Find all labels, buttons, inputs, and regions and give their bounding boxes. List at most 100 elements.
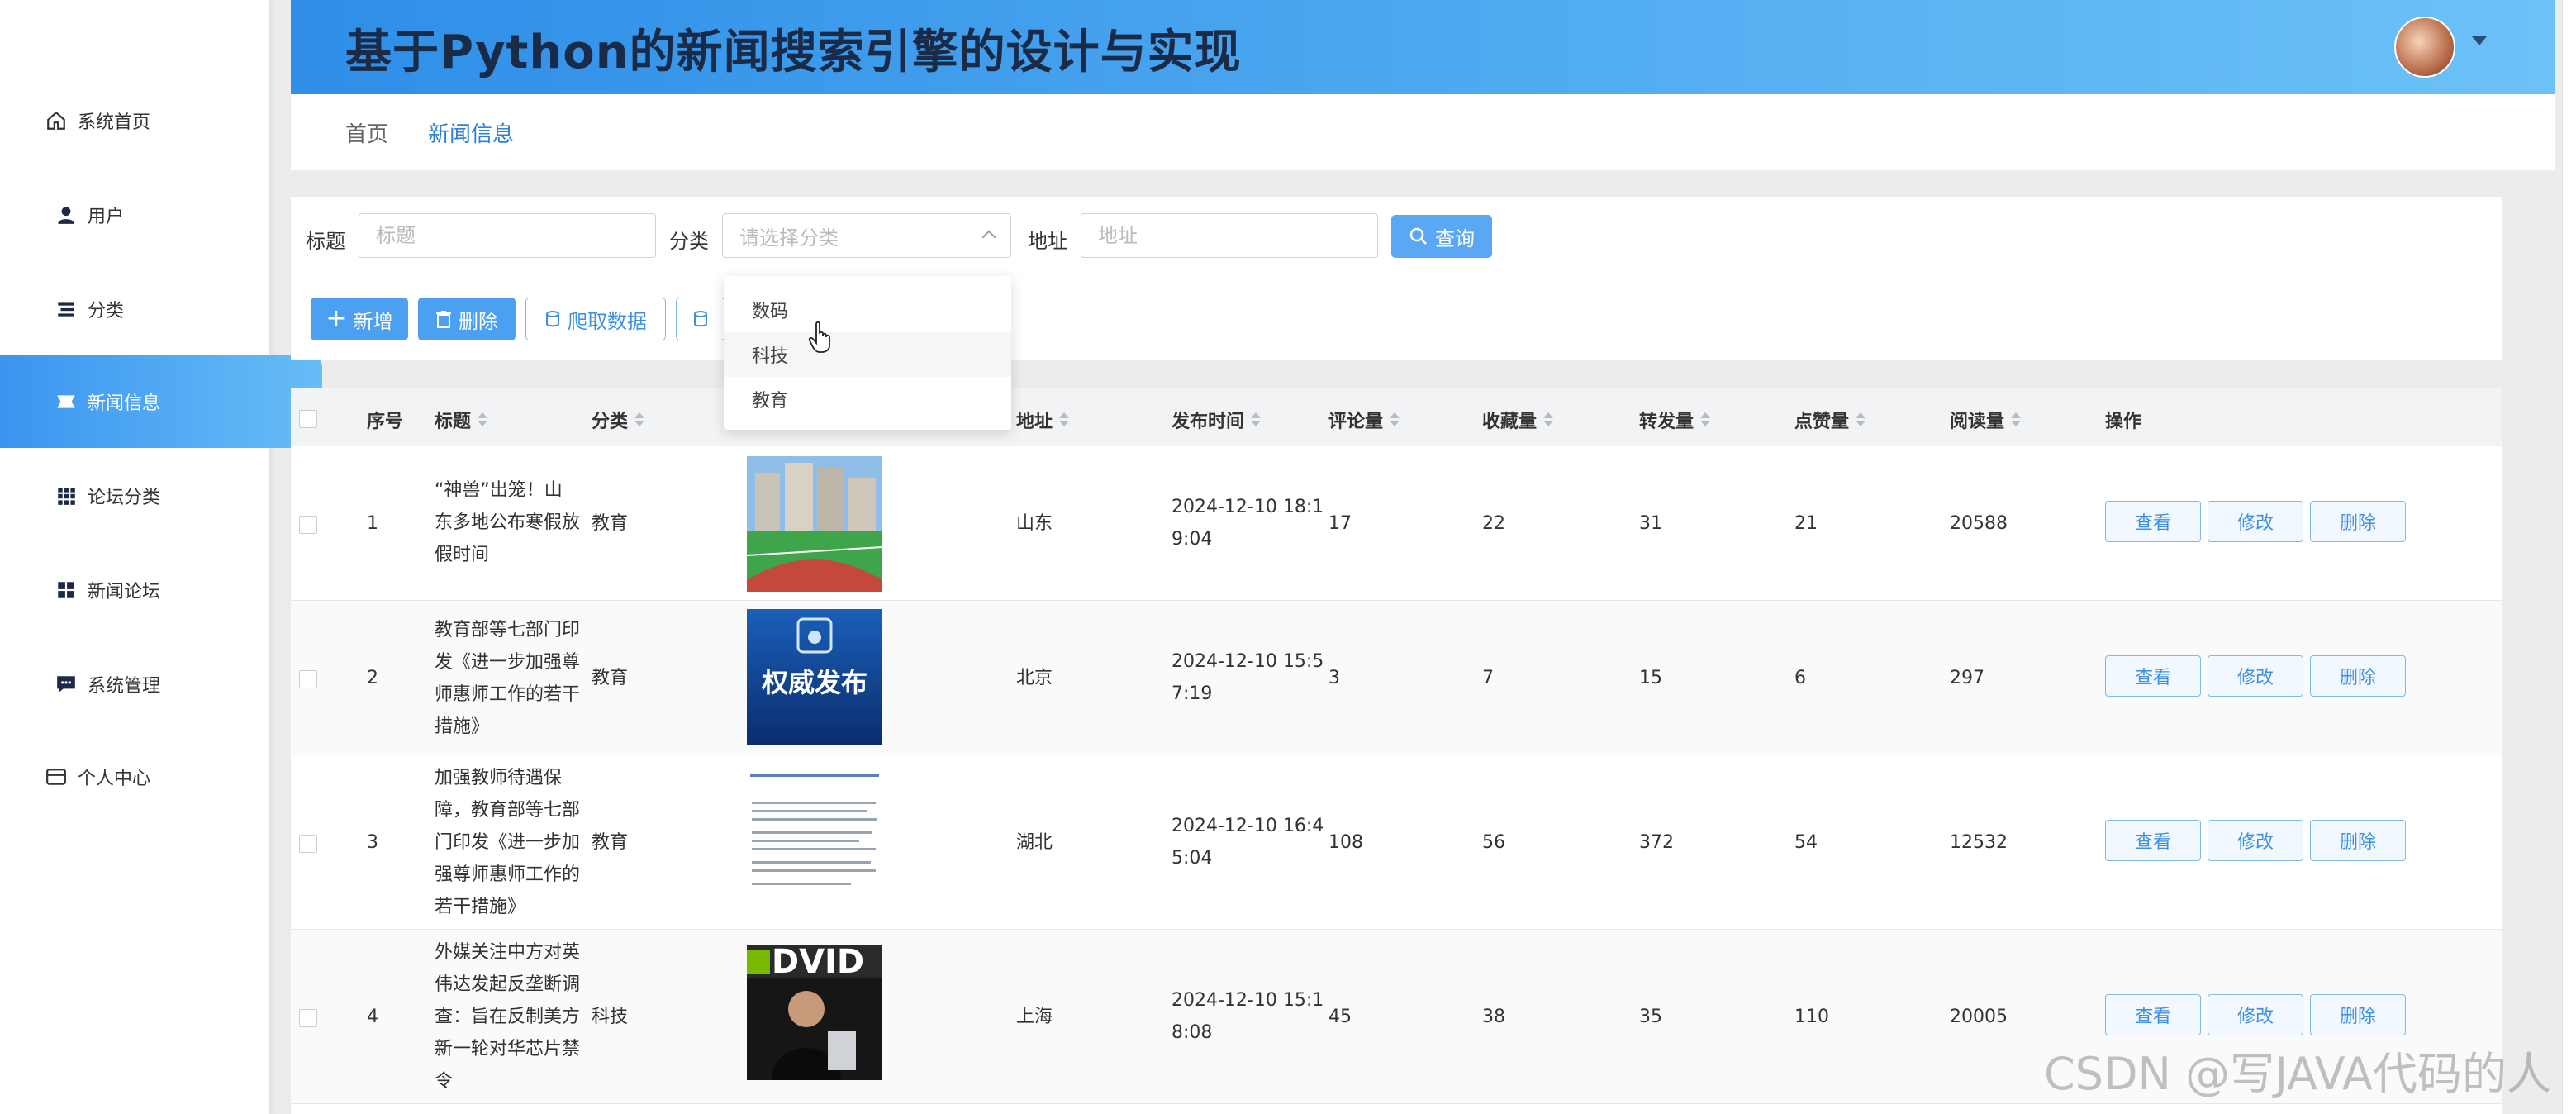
column-header[interactable]: 点赞量 [1794, 407, 1866, 433]
table-row: 3 加强教师待遇保 障，教育部等七部 门印发《进一步加 强尊师惠师工作的 若干措施》 教… [291, 755, 2502, 930]
row-time: 2024-12-10 18:1 9:04 [1172, 497, 1324, 550]
sidebar-item-news-forum[interactable]: 新闻论坛 [0, 544, 322, 636]
row-title[interactable]: 教育部等七部门印 发《进一步加强尊 师惠师工作的若干 措施》 [435, 614, 600, 743]
breadcrumb: 首页 新闻信息 [291, 94, 2555, 170]
view-button[interactable]: 查看 [2105, 501, 2201, 542]
sidebar-item-label: 论坛分类 [88, 488, 161, 508]
edit-button[interactable]: 修改 [2208, 501, 2303, 542]
delete-row-button[interactable]: 删除 [2310, 994, 2406, 1035]
sidebar-item-user[interactable]: 用户 [0, 169, 322, 261]
row-category: 教育 [592, 832, 629, 853]
address-input[interactable] [1081, 213, 1378, 258]
dropdown-option[interactable]: 教育 [724, 377, 1011, 421]
row-address: 湖北 [1016, 832, 1053, 853]
database-icon [694, 311, 707, 327]
sort-icon [1700, 412, 1711, 427]
row-index: 4 [367, 1007, 378, 1027]
row-title[interactable]: “神兽”出笼！山 东多地公布寒假放 假时间 [435, 474, 600, 571]
list-icon [53, 296, 79, 322]
row-likes: 21 [1794, 513, 1818, 534]
app-title: 基于Python的新闻搜索引擎的设计与实现 [345, 26, 1242, 79]
sidebar-item-label: 新闻论坛 [88, 582, 161, 602]
news-thumbnail[interactable]: DVID [747, 945, 882, 1080]
delete-row-button[interactable]: 删除 [2310, 655, 2406, 697]
sidebar-item-system[interactable]: 系统管理 [0, 638, 322, 731]
view-button[interactable]: 查看 [2105, 655, 2201, 697]
view-button[interactable]: 查看 [2105, 820, 2201, 861]
sidebar-item-label: 分类 [88, 301, 125, 321]
sort-icon [634, 412, 645, 427]
crawl-button[interactable]: 爬取数据 [525, 298, 666, 340]
row-address: 北京 [1016, 668, 1053, 688]
dropdown-option[interactable]: 科技 [724, 332, 1011, 377]
edit-button[interactable]: 修改 [2208, 820, 2303, 861]
scrollbar[interactable] [2562, 0, 2576, 1114]
row-title[interactable]: 加强教师待遇保 障，教育部等七部 门印发《进一步加 强尊师惠师工作的 若干措施》 [435, 762, 600, 923]
query-button[interactable]: 查询 [1391, 215, 1492, 258]
select-all-checkbox[interactable] [299, 410, 317, 428]
sidebar-item-forum-category[interactable]: 论坛分类 [0, 450, 322, 542]
sort-icon [2011, 412, 2022, 427]
edit-button[interactable]: 修改 [2208, 655, 2303, 697]
sidebar-item-label: 个人中心 [78, 769, 151, 789]
sidebar-item-label: 系统管理 [88, 676, 161, 697]
table-header: 序号 标题 分类 地址 发布时间 评论量 收藏量 转发量 点赞量 阅读量 操作 [291, 388, 2502, 446]
delete-row-button[interactable]: 删除 [2310, 501, 2406, 542]
news-icon [53, 388, 79, 415]
news-thumbnail[interactable]: 权威发布 [747, 609, 882, 745]
view-button[interactable]: 查看 [2105, 994, 2201, 1035]
row-time: 2024-12-10 15:5 7:19 [1172, 651, 1324, 704]
breadcrumb-current[interactable]: 新闻信息 [428, 117, 514, 148]
row-checkbox[interactable] [299, 516, 317, 534]
apps-icon [53, 577, 79, 603]
row-comments: 45 [1328, 1007, 1352, 1027]
column-header[interactable]: 发布时间 [1172, 407, 1262, 433]
row-checkbox[interactable] [299, 670, 317, 688]
row-shares: 15 [1639, 668, 1662, 688]
column-header[interactable]: 转发量 [1639, 407, 1711, 433]
avatar[interactable] [2394, 17, 2455, 78]
delete-row-button[interactable]: 删除 [2310, 820, 2406, 861]
row-title[interactable]: 外媒关注中方对英 伟达发起反垄断调 查：旨在反制美方 新一轮对华芯片禁令 [435, 936, 600, 1097]
row-favorites: 7 [1482, 668, 1494, 688]
delete-button-label: 删除 [459, 309, 498, 333]
dropdown-option[interactable]: 数码 [724, 288, 1011, 332]
sidebar-item-home[interactable]: 系统首页 [0, 74, 312, 167]
delete-button[interactable]: 删除 [418, 298, 516, 340]
category-select[interactable]: 请选择分类 [722, 213, 1011, 258]
edit-button[interactable]: 修改 [2208, 994, 2303, 1035]
column-header[interactable]: 收藏量 [1482, 407, 1554, 433]
sort-icon [1390, 412, 1400, 427]
row-reads: 12532 [1950, 832, 2008, 853]
column-header[interactable]: 标题 [435, 407, 488, 433]
row-shares: 372 [1639, 832, 1674, 853]
row-comments: 3 [1328, 668, 1340, 688]
table-row: 1 “神兽”出笼！山 东多地公布寒假放 假时间 教育 山东 2024-12-10 1… [291, 446, 2502, 601]
column-header[interactable]: 评论量 [1328, 407, 1400, 433]
sidebar-item-category[interactable]: 分类 [0, 263, 322, 355]
row-time: 2024-12-10 16:4 5:04 [1172, 816, 1324, 869]
crawl-button-label: 爬取数据 [568, 309, 647, 333]
column-header[interactable]: 分类 [592, 407, 645, 433]
card-icon [43, 764, 69, 790]
sidebar-item-news[interactable]: 新闻信息 [0, 355, 322, 448]
add-button[interactable]: + 新增 [311, 298, 408, 340]
column-header[interactable]: 地址 [1016, 407, 1070, 433]
sidebar-item-profile[interactable]: 个人中心 [0, 731, 312, 823]
title-input[interactable] [359, 213, 656, 258]
row-checkbox[interactable] [299, 835, 317, 853]
export-button[interactable] [676, 298, 725, 340]
category-select-placeholder: 请选择分类 [739, 226, 839, 250]
column-header[interactable]: 阅读量 [1950, 407, 2022, 433]
sort-icon [1543, 412, 1554, 427]
chevron-down-icon[interactable] [2472, 36, 2487, 45]
news-thumbnail[interactable] [747, 769, 882, 904]
breadcrumb-home[interactable]: 首页 [345, 117, 388, 148]
row-checkbox[interactable] [299, 1009, 317, 1027]
row-address: 上海 [1016, 1007, 1053, 1027]
table-row: 2 教育部等七部门印 发《进一步加强尊 师惠师工作的若干 措施》 教育 权威发布 北京… [291, 601, 2502, 755]
hand-cursor-icon [808, 321, 830, 353]
chat-icon [53, 671, 79, 697]
row-category: 教育 [592, 513, 629, 534]
news-thumbnail[interactable] [747, 456, 882, 592]
